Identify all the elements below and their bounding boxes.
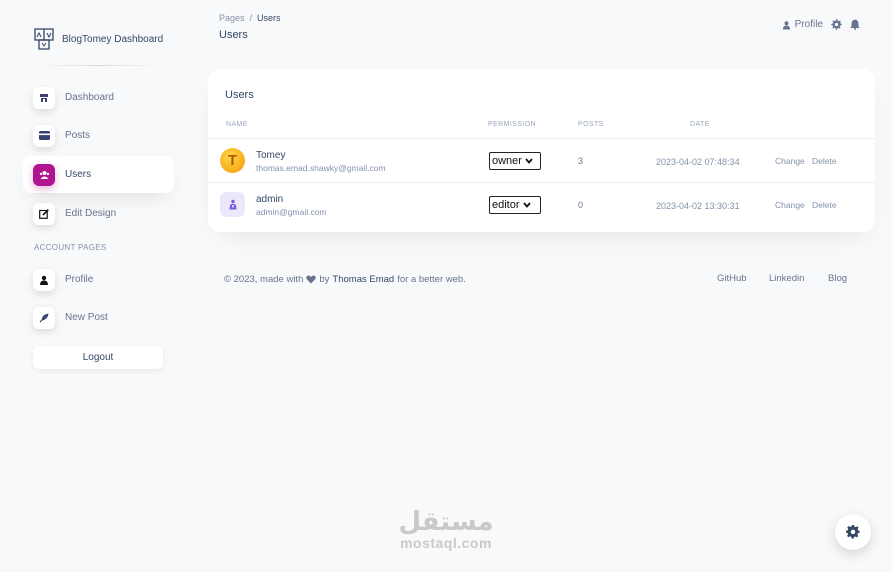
sidebar-item-label: Users <box>65 169 92 180</box>
date-value: 2023-04-02 13:30:31 <box>656 201 740 211</box>
sidebar-item-users[interactable]: Users <box>23 156 174 193</box>
footer-copyright: © 2023, made with by Thomas Emad for a b… <box>224 274 466 285</box>
user-name: Tomey <box>256 150 286 161</box>
bell-icon[interactable] <box>850 19 860 30</box>
user-email: thomas.emad.shawky@gmail.com <box>256 163 386 173</box>
table-row: T Tomey thomas.emad.shawky@gmail.com own… <box>208 138 875 182</box>
column-header-name: NAME <box>226 121 248 128</box>
rocket-icon <box>33 306 55 329</box>
footer-by: by <box>319 274 330 285</box>
settings-fab-button[interactable] <box>835 514 871 550</box>
chevron-down-icon <box>522 202 531 208</box>
sidebar-item-new-post[interactable]: New Post <box>23 299 174 336</box>
breadcrumb-separator: / <box>249 13 253 23</box>
avatar: T <box>220 148 245 173</box>
breadcrumb-root[interactable]: Pages <box>219 13 245 23</box>
user-name: admin <box>256 194 284 205</box>
logout-button[interactable]: Logout <box>33 346 163 369</box>
sidebar-item-posts[interactable]: Posts <box>23 117 174 154</box>
watermark-arabic: مستقل <box>398 507 494 537</box>
brand[interactable]: BlogTomey Dashboard <box>34 28 163 50</box>
sidebar-item-label: Profile <box>65 274 94 285</box>
avatar <box>220 192 245 217</box>
column-header-date: DATE <box>690 121 710 128</box>
user-icon <box>782 20 790 29</box>
shop-icon <box>33 86 55 109</box>
permission-select[interactable]: editor <box>489 196 541 214</box>
sidebar: BlogTomey Dashboard Dashboard Posts User… <box>0 0 190 572</box>
watermark-latin: mostaql.com <box>400 535 492 551</box>
sidebar-item-label: Dashboard <box>65 92 114 103</box>
author-link[interactable]: Thomas Emad <box>332 274 394 285</box>
column-header-posts: POSTS <box>578 121 604 128</box>
posts-count: 0 <box>578 200 584 210</box>
card-title: Users <box>225 89 254 101</box>
gear-icon <box>846 525 860 539</box>
footer-suffix: for a better web. <box>397 274 466 285</box>
gear-icon[interactable] <box>831 19 842 30</box>
brand-name: BlogTomey Dashboard <box>62 33 164 45</box>
sidebar-item-edit-design[interactable]: Edit Design <box>23 195 174 232</box>
watermark: مستقل mostaql.com <box>390 508 502 550</box>
section-label: ACCOUNT PAGES <box>34 243 107 252</box>
blog-logo-icon <box>34 28 54 50</box>
sidebar-item-label: New Post <box>65 312 108 323</box>
topbar: Profile <box>782 19 860 30</box>
sidebar-divider <box>34 65 164 66</box>
profile-link[interactable]: Profile <box>782 19 823 30</box>
page-title: Users <box>219 29 248 41</box>
date-value: 2023-04-02 07:48:34 <box>656 157 740 167</box>
sidebar-item-profile[interactable]: Profile <box>23 261 174 298</box>
sidebar-item-label: Edit Design <box>65 208 117 219</box>
table-row: admin admin@gmail.com editor 0 2023-04-0… <box>208 182 875 226</box>
users-card: Users NAME PERMISSION POSTS DATE T Tomey… <box>208 69 875 232</box>
copyright-prefix: © 2023, made with <box>224 274 304 285</box>
change-link[interactable]: Change <box>775 200 805 210</box>
profile-label: Profile <box>794 19 823 30</box>
change-link[interactable]: Change <box>775 156 805 166</box>
permission-value: editor <box>492 199 520 211</box>
user-email: admin@gmail.com <box>256 207 327 217</box>
delete-link[interactable]: Delete <box>812 200 837 210</box>
admin-avatar-icon <box>229 199 236 210</box>
breadcrumb-current: Users <box>257 13 281 23</box>
permission-value: owner <box>492 155 522 167</box>
credit-card-icon <box>33 124 55 147</box>
chevron-down-icon <box>525 158 533 164</box>
posts-count: 3 <box>578 156 584 166</box>
permission-select[interactable]: owner <box>489 152 541 170</box>
user-icon <box>33 268 55 291</box>
users-icon <box>33 163 55 186</box>
delete-link[interactable]: Delete <box>812 156 837 166</box>
sidebar-item-label: Posts <box>65 130 91 141</box>
blog-link[interactable]: Blog <box>828 273 847 284</box>
github-link[interactable]: GitHub <box>717 273 747 284</box>
linkedin-link[interactable]: Linkedin <box>769 273 804 284</box>
sidebar-item-dashboard[interactable]: Dashboard <box>23 79 174 116</box>
breadcrumb: Pages / Users <box>219 13 281 23</box>
column-header-permission: PERMISSION <box>488 121 536 128</box>
heart-icon <box>306 275 317 284</box>
edit-icon <box>33 202 55 225</box>
